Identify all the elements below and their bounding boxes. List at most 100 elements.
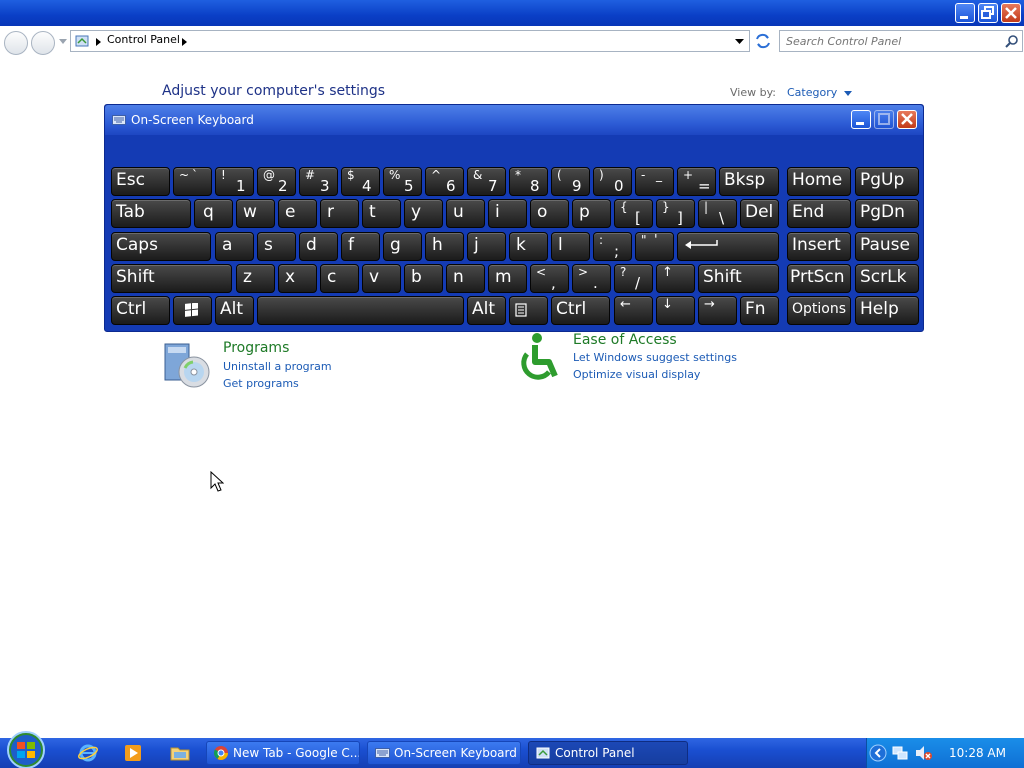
key-end[interactable]: End <box>787 199 851 228</box>
key-shift-left[interactable]: Shift <box>111 264 232 293</box>
key-y[interactable]: y <box>404 199 443 228</box>
key-period[interactable]: >. <box>572 264 611 293</box>
key-menu[interactable] <box>509 296 548 325</box>
optimize-display-link[interactable]: Optimize visual display <box>573 368 700 381</box>
key-down-arrow[interactable]: ↓ <box>656 296 695 325</box>
key-c[interactable]: c <box>320 264 359 293</box>
on-screen-keyboard-window[interactable]: On-Screen Keyboard Esc ~ ` ! 1 @2 #3 $4 % 5… <box>104 104 924 332</box>
key-h[interactable]: h <box>425 232 464 261</box>
key-semicolon[interactable]: :; <box>593 232 632 261</box>
breadcrumb-arrow-icon[interactable] <box>182 38 187 46</box>
ease-of-access-icon[interactable] <box>513 332 563 382</box>
key-enter[interactable] <box>677 232 779 261</box>
key-f[interactable]: f <box>341 232 380 261</box>
task-control-panel[interactable]: Control Panel <box>528 741 688 765</box>
key-pause[interactable]: Pause <box>855 232 919 261</box>
key-4[interactable]: $4 <box>341 167 380 196</box>
view-by-value[interactable]: Category <box>787 86 837 99</box>
forward-button[interactable] <box>31 31 55 55</box>
key-e[interactable]: e <box>278 199 317 228</box>
dropdown-arrow-icon[interactable] <box>735 39 744 45</box>
key-v[interactable]: v <box>362 264 401 293</box>
key-left-bracket[interactable]: {[ <box>614 199 653 228</box>
key-windows[interactable] <box>173 296 212 325</box>
key-minus[interactable]: - _ <box>635 167 674 196</box>
breadcrumb-control-panel[interactable]: Control Panel <box>107 33 180 46</box>
key-8[interactable]: * 8 <box>509 167 548 196</box>
key-d[interactable]: d <box>299 232 338 261</box>
key-r[interactable]: r <box>320 199 359 228</box>
search-input[interactable] <box>786 33 998 49</box>
address-bar[interactable]: Control Panel <box>70 30 750 52</box>
ease-of-access-title[interactable]: Ease of Access <box>573 332 677 348</box>
key-x[interactable]: x <box>278 264 317 293</box>
close-button[interactable] <box>1001 3 1021 23</box>
key-o[interactable]: o <box>530 199 569 228</box>
key-space[interactable] <box>257 296 464 325</box>
key-l[interactable]: l <box>551 232 590 261</box>
chevron-down-icon[interactable] <box>843 90 852 96</box>
key-scrlk[interactable]: ScrLk <box>855 264 919 293</box>
volume-muted-icon[interactable] <box>915 745 933 761</box>
key-5[interactable]: % 5 <box>383 167 422 196</box>
programs-icon[interactable] <box>163 338 213 390</box>
key-q[interactable]: q <box>194 199 233 228</box>
recent-pages-icon[interactable] <box>59 39 67 45</box>
key-g[interactable]: g <box>383 232 422 261</box>
osk-close-button[interactable] <box>897 110 917 129</box>
key-options[interactable]: Options <box>787 296 851 325</box>
key-home[interactable]: Home <box>787 167 851 196</box>
key-i[interactable]: i <box>488 199 527 228</box>
breadcrumb-arrow-icon[interactable] <box>96 38 101 46</box>
key-up-arrow[interactable]: ↑ <box>656 264 695 293</box>
task-on-screen-keyboard[interactable]: On-Screen Keyboard <box>367 741 521 765</box>
key-right-bracket[interactable]: }] <box>656 199 695 228</box>
osk-titlebar[interactable]: On-Screen Keyboard <box>105 105 923 135</box>
network-icon[interactable] <box>892 745 908 761</box>
view-by-dropdown[interactable]: Category <box>787 86 852 99</box>
key-quote[interactable]: " ' <box>635 232 674 261</box>
key-m[interactable]: m <box>488 264 527 293</box>
key-fn[interactable]: Fn <box>740 296 779 325</box>
task-chrome[interactable]: New Tab - Google C... <box>206 741 360 765</box>
search-box[interactable] <box>779 30 1023 52</box>
key-u[interactable]: u <box>446 199 485 228</box>
key-insert[interactable]: Insert <box>787 232 851 261</box>
key-pgdn[interactable]: PgDn <box>855 199 919 228</box>
back-button[interactable] <box>4 31 28 55</box>
key-n[interactable]: n <box>446 264 485 293</box>
programs-title[interactable]: Programs <box>223 340 289 356</box>
start-button[interactable] <box>4 730 48 768</box>
key-shift-right[interactable]: Shift <box>698 264 779 293</box>
key-w[interactable]: w <box>236 199 275 228</box>
osk-minimize-button[interactable] <box>851 110 871 129</box>
key-a[interactable]: a <box>215 232 254 261</box>
key-tilde[interactable]: ~ ` <box>173 167 212 196</box>
key-3[interactable]: #3 <box>299 167 338 196</box>
key-6[interactable]: ^ 6 <box>425 167 464 196</box>
key-help[interactable]: Help <box>855 296 919 325</box>
key-7[interactable]: & 7 <box>467 167 506 196</box>
uninstall-program-link[interactable]: Uninstall a program <box>223 360 332 373</box>
key-0[interactable]: ) 0 <box>593 167 632 196</box>
key-delete[interactable]: Del <box>740 199 779 228</box>
key-9[interactable]: (9 <box>551 167 590 196</box>
key-t[interactable]: t <box>362 199 401 228</box>
key-equals[interactable]: + = <box>677 167 716 196</box>
key-alt-left[interactable]: Alt <box>215 296 254 325</box>
search-icon[interactable] <box>1005 34 1019 48</box>
key-p[interactable]: p <box>572 199 611 228</box>
key-prtscn[interactable]: PrtScn <box>787 264 851 293</box>
show-hidden-icons-icon[interactable] <box>869 744 887 762</box>
key-right-arrow[interactable]: → <box>698 296 737 325</box>
key-slash[interactable]: ? / <box>614 264 653 293</box>
window-titlebar[interactable] <box>0 0 1024 26</box>
key-b[interactable]: b <box>404 264 443 293</box>
key-tab[interactable]: Tab <box>111 199 191 228</box>
internet-explorer-icon[interactable] <box>78 743 98 763</box>
key-j[interactable]: j <box>467 232 506 261</box>
key-caps[interactable]: Caps <box>111 232 211 261</box>
key-backspace[interactable]: Bksp <box>719 167 779 196</box>
key-1[interactable]: ! 1 <box>215 167 254 196</box>
key-pgup[interactable]: PgUp <box>855 167 919 196</box>
